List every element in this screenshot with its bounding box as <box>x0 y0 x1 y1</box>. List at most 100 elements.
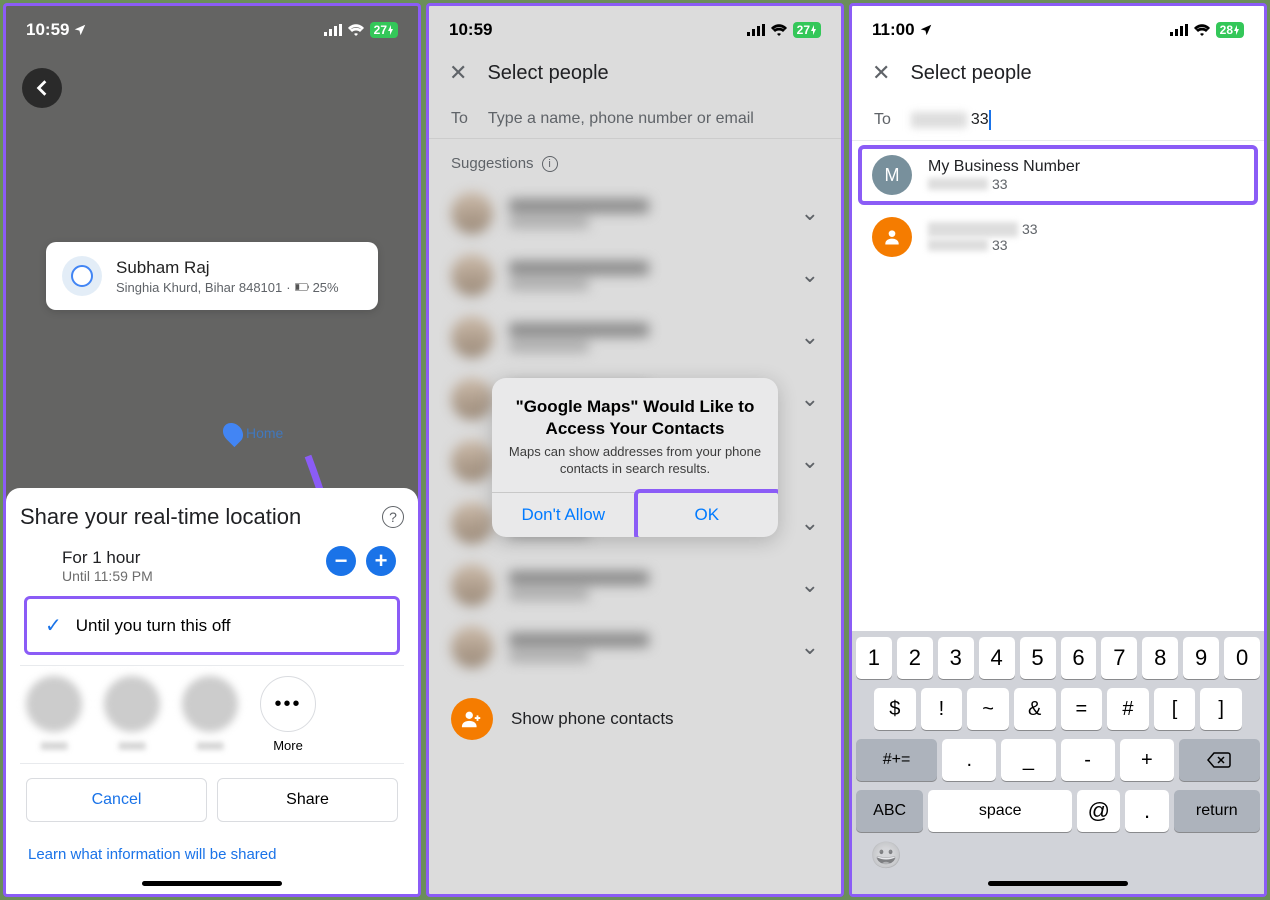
location-pin-icon <box>62 256 102 296</box>
contact-row[interactable]: ⌄ <box>429 182 841 244</box>
contact-row[interactable]: ⌄ <box>429 306 841 368</box>
chevron-down-icon: ⌄ <box>801 200 819 226</box>
status-bar: 10:59 27 <box>6 6 418 50</box>
cellular-icon <box>324 24 342 36</box>
wifi-icon <box>771 24 787 36</box>
key-.[interactable]: . <box>942 739 996 781</box>
ok-button[interactable]: OK <box>636 493 779 537</box>
page-title: Select people <box>487 62 608 85</box>
suggestions-label: Suggestions i <box>429 139 841 182</box>
key-return[interactable]: return <box>1174 790 1260 832</box>
dialog-title: "Google Maps" Would Like to Access Your … <box>508 396 762 440</box>
to-input[interactable]: 33 <box>911 110 991 130</box>
decrease-button[interactable]: − <box>326 546 356 576</box>
key--[interactable]: - <box>1061 739 1115 781</box>
info-icon[interactable]: i <box>542 156 558 172</box>
location-arrow-icon <box>73 23 87 37</box>
result-sub: 33 <box>928 176 1080 192</box>
status-time: 11:00 <box>872 20 915 40</box>
dialog-message: Maps can show addresses from your phone … <box>508 444 762 478</box>
show-phone-contacts[interactable]: Show phone contacts <box>429 684 841 754</box>
add-contact-icon <box>451 698 493 740</box>
key-space[interactable]: space <box>928 790 1072 832</box>
cellular-icon <box>1170 24 1188 36</box>
key-&[interactable]: & <box>1014 688 1056 730</box>
location-name: Subham Raj <box>116 258 339 278</box>
suggested-contact[interactable]: aaaa <box>104 676 160 753</box>
key-_[interactable]: _ <box>1001 739 1055 781</box>
battery-icon <box>295 283 309 291</box>
location-card[interactable]: Subham Raj Singhia Khurd, Bihar 848101· … <box>46 242 378 310</box>
key-5[interactable]: 5 <box>1020 637 1056 679</box>
contact-row[interactable]: ⌄ <box>429 554 841 616</box>
more-icon: ••• <box>260 676 316 732</box>
home-map-pin[interactable]: Home <box>224 422 283 444</box>
close-icon[interactable]: ✕ <box>449 60 467 86</box>
key-![interactable]: ! <box>921 688 963 730</box>
key-shift[interactable]: #+= <box>856 739 937 781</box>
cancel-button[interactable]: Cancel <box>26 778 207 822</box>
contact-row[interactable]: ⌄ <box>429 616 841 678</box>
help-icon[interactable]: ? <box>382 506 404 528</box>
contact-row[interactable]: ⌄ <box>429 244 841 306</box>
key-1[interactable]: 1 <box>856 637 892 679</box>
search-result[interactable]: 33 33 <box>860 209 1256 265</box>
dont-allow-button[interactable]: Don't Allow <box>492 493 636 537</box>
battery-badge: 27 <box>370 22 398 38</box>
share-button[interactable]: Share <box>217 778 398 822</box>
suggested-contact[interactable]: aaaa <box>182 676 238 753</box>
key-backspace[interactable] <box>1179 739 1260 781</box>
key-$[interactable]: $ <box>874 688 916 730</box>
keyboard: 1234567890 $!~&=#[] #+= ._-+ ABC space @… <box>852 631 1264 894</box>
to-placeholder: Type a name, phone number or email <box>488 110 754 128</box>
key-3[interactable]: 3 <box>938 637 974 679</box>
key-abc[interactable]: ABC <box>856 790 923 832</box>
key-at[interactable]: @ <box>1077 790 1120 832</box>
learn-link[interactable]: Learn what information will be shared <box>20 834 404 863</box>
text-cursor <box>989 110 991 130</box>
key-2[interactable]: 2 <box>897 637 933 679</box>
pin-icon <box>219 419 247 447</box>
result-sub: 33 <box>928 237 1038 253</box>
increase-button[interactable]: + <box>366 546 396 576</box>
wifi-icon <box>1194 24 1210 36</box>
chevron-left-icon <box>35 79 49 97</box>
key-[[interactable]: [ <box>1154 688 1196 730</box>
avatar <box>872 217 912 257</box>
header: ✕ Select people <box>852 50 1264 100</box>
location-sub: Singhia Khurd, Bihar 848101· 25% <box>116 280 339 295</box>
search-result[interactable]: M My Business Number 33 <box>858 145 1258 205</box>
key-4[interactable]: 4 <box>979 637 1015 679</box>
close-icon[interactable]: ✕ <box>872 60 890 86</box>
sheet-title: Share your real-time location <box>20 504 301 530</box>
back-button[interactable] <box>22 68 62 108</box>
key-6[interactable]: 6 <box>1061 637 1097 679</box>
key-dot[interactable]: . <box>1125 790 1168 832</box>
to-field[interactable]: To 33 <box>852 100 1264 141</box>
avatar: M <box>872 155 912 195</box>
page-title: Select people <box>910 62 1031 85</box>
key-#[interactable]: # <box>1107 688 1149 730</box>
key-0[interactable]: 0 <box>1224 637 1260 679</box>
share-option-until-off[interactable]: ✓ Until you turn this off <box>24 596 400 655</box>
home-indicator[interactable] <box>142 881 282 886</box>
location-arrow-icon <box>919 23 933 37</box>
to-field[interactable]: To Type a name, phone number or email <box>429 100 841 139</box>
key-=[interactable]: = <box>1061 688 1103 730</box>
share-option-1hour[interactable]: For 1 hour Until 11:59 PM − + <box>20 540 404 590</box>
key-9[interactable]: 9 <box>1183 637 1219 679</box>
more-contacts[interactable]: •••More <box>260 676 316 753</box>
result-name: 33 <box>928 221 1038 237</box>
cellular-icon <box>747 24 765 36</box>
check-icon: ✓ <box>45 613 62 638</box>
emoji-button[interactable]: 😀 <box>870 840 902 871</box>
key-7[interactable]: 7 <box>1101 637 1137 679</box>
battery-badge: 27 <box>793 22 821 38</box>
suggested-contact[interactable]: aaaa <box>26 676 82 753</box>
key-~[interactable]: ~ <box>967 688 1009 730</box>
key-+[interactable]: + <box>1120 739 1174 781</box>
status-time: 10:59 <box>449 20 492 40</box>
home-indicator[interactable] <box>988 881 1128 886</box>
key-][interactable]: ] <box>1200 688 1242 730</box>
key-8[interactable]: 8 <box>1142 637 1178 679</box>
